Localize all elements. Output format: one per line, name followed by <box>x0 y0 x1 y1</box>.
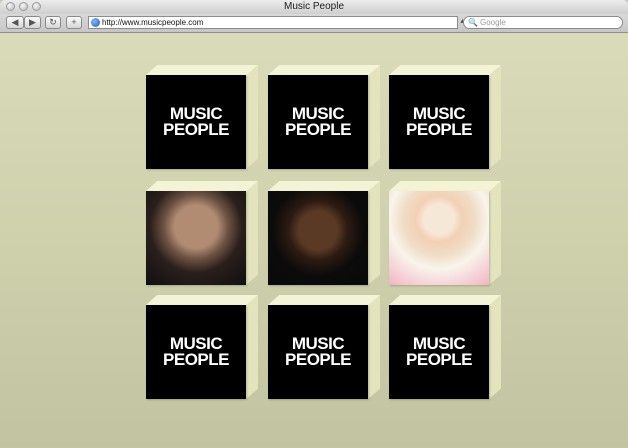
music-people-logo-tile[interactable]: MUSIC PEOPLE <box>268 75 368 169</box>
tile-side-face <box>368 295 380 399</box>
tile-side-face <box>368 65 380 169</box>
tile-3[interactable]: MUSIC PEOPLE <box>389 65 501 171</box>
tile-top-face <box>146 295 258 305</box>
tile-top-face <box>146 65 258 75</box>
tile-side-face <box>489 295 501 399</box>
tile-top-face <box>389 295 501 305</box>
tile-top-face <box>268 295 380 305</box>
tile-8[interactable]: MUSIC PEOPLE <box>268 295 380 401</box>
logo-line-2: PEOPLE <box>406 120 472 139</box>
tile-side-face <box>246 295 258 399</box>
forward-button[interactable]: ▶ <box>24 16 41 29</box>
tile-top-face <box>268 181 380 191</box>
tile-top-face <box>389 65 501 75</box>
logo-line-2: PEOPLE <box>163 120 229 139</box>
back-arrow-icon: ◀ <box>11 17 19 27</box>
tile-5[interactable] <box>268 181 380 287</box>
tile-side-face <box>489 181 501 285</box>
artist-photo-tile[interactable] <box>268 191 368 285</box>
music-people-logo-tile[interactable]: MUSIC PEOPLE <box>146 305 246 399</box>
music-people-logo-tile[interactable]: MUSIC PEOPLE <box>146 75 246 169</box>
artist-photo-tile[interactable] <box>389 191 489 285</box>
search-field[interactable]: 🔍 Google <box>463 16 623 29</box>
tile-7[interactable]: MUSIC PEOPLE <box>146 295 258 401</box>
logo-line-2: PEOPLE <box>163 350 229 369</box>
tile-6[interactable] <box>389 181 501 287</box>
forward-arrow-icon: ▶ <box>29 17 36 27</box>
globe-icon <box>91 18 100 27</box>
toolbar: ◀ ▶ ↻ + http://www.musicpeople.com ▲ 🔍 G… <box>0 14 628 33</box>
window-title: Music People <box>283 1 345 12</box>
back-button[interactable]: ◀ <box>6 16 24 29</box>
titlebar: Music People <box>0 0 628 15</box>
tile-side-face <box>489 65 501 169</box>
logo-line-2: PEOPLE <box>406 350 472 369</box>
page-content: MUSIC PEOPLE MUSIC PEOPLE MUSIC PEOPLE M… <box>0 33 628 448</box>
address-url: http://www.musicpeople.com <box>102 18 204 27</box>
tile-top-face <box>389 181 501 191</box>
search-placeholder: Google <box>480 18 506 27</box>
plus-icon: + <box>71 17 77 27</box>
music-people-logo-tile[interactable]: MUSIC PEOPLE <box>268 305 368 399</box>
tile-side-face <box>368 181 380 285</box>
add-bookmark-button[interactable]: + <box>66 16 82 29</box>
browser-window: Music People ◀ ▶ ↻ + http://www.musicpeo… <box>0 0 628 448</box>
tile-top-face <box>146 181 258 191</box>
tile-1[interactable]: MUSIC PEOPLE <box>146 65 258 171</box>
reload-icon: ↻ <box>49 17 57 27</box>
tile-side-face <box>246 65 258 169</box>
tile-2[interactable]: MUSIC PEOPLE <box>268 65 380 171</box>
tile-side-face <box>246 181 258 285</box>
reload-button[interactable]: ↻ <box>45 16 61 29</box>
search-icon: 🔍 <box>468 18 478 27</box>
tile-9[interactable]: MUSIC PEOPLE <box>389 295 501 401</box>
address-bar[interactable]: http://www.musicpeople.com <box>88 16 458 29</box>
logo-line-2: PEOPLE <box>285 350 351 369</box>
artist-photo-tile[interactable] <box>146 191 246 285</box>
tile-4[interactable] <box>146 181 258 287</box>
music-people-logo-tile[interactable]: MUSIC PEOPLE <box>389 305 489 399</box>
music-people-logo-tile[interactable]: MUSIC PEOPLE <box>389 75 489 169</box>
tile-top-face <box>268 65 380 75</box>
logo-line-2: PEOPLE <box>285 120 351 139</box>
